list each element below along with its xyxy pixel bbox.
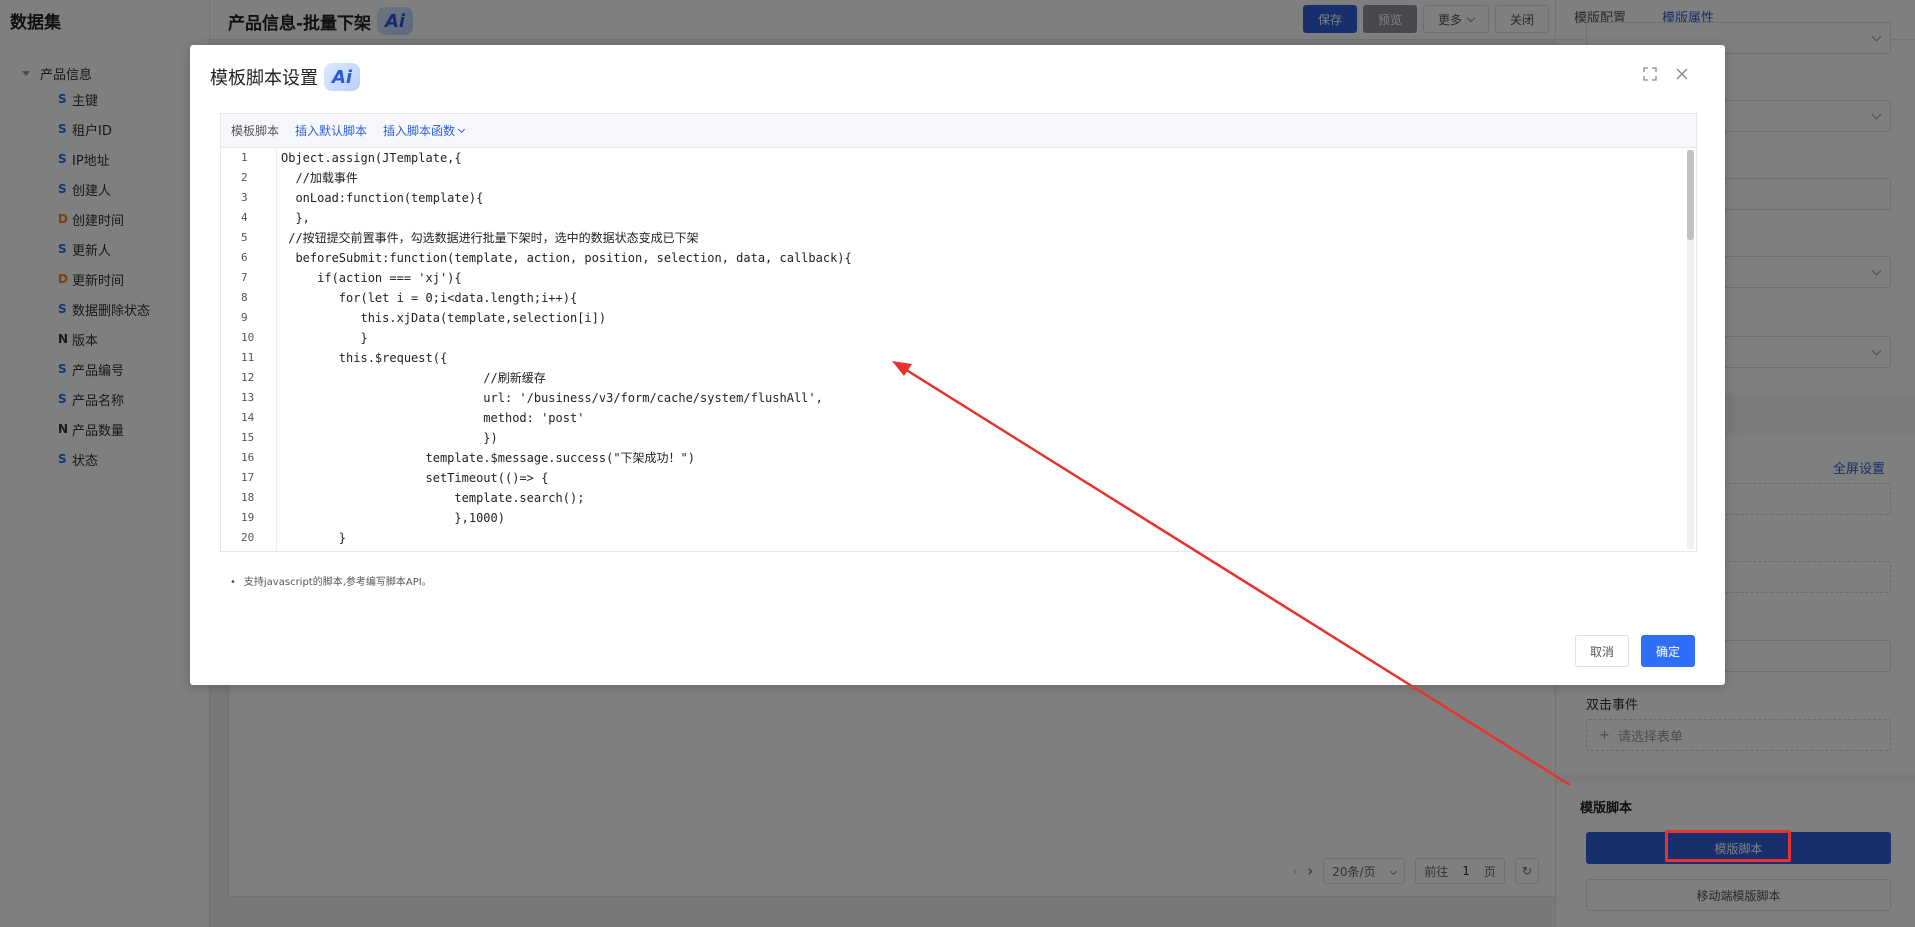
code-line[interactable]: method: 'post' (281, 408, 1682, 428)
line-number: 19 (241, 511, 255, 524)
line-number: 6 (241, 251, 248, 264)
code-line[interactable]: template.search(); (281, 488, 1682, 508)
line-number: 7 (241, 271, 248, 284)
editor-toolbar: 模板脚本 插入默认脚本 插入脚本函数 (221, 114, 1696, 148)
code-line[interactable]: url: '/business/v3/form/cache/system/flu… (281, 388, 1682, 408)
dialog-title: 模板脚本设置 Ai (210, 63, 360, 91)
line-number-gutter: 1 2 3 4 5 6 7 8 9 10 11 12 13 14 15 16 17 18 19 20 (221, 148, 277, 551)
code-line[interactable]: }, (281, 208, 1682, 228)
close-icon[interactable] (1675, 67, 1689, 85)
template-script-dialog: 模板脚本设置 Ai 模板脚本 插入默认脚本 插入脚本函数 1 2 3 4 5 6 7 8 9 10… (190, 45, 1725, 685)
code-line[interactable]: } (281, 328, 1682, 348)
line-number: 10 (241, 331, 255, 344)
code-lines[interactable]: Object.assign(JTemplate,{ //加载事件 onLoad:… (281, 148, 1682, 551)
line-number: 13 (241, 391, 255, 404)
highlight-box (1665, 830, 1791, 862)
line-number: 12 (241, 371, 255, 384)
script-editor: 模板脚本 插入默认脚本 插入脚本函数 1 2 3 4 5 6 7 8 9 10 11 12 13 14 15… (220, 113, 1697, 552)
insert-script-function-dropdown[interactable]: 插入脚本函数 (383, 122, 466, 139)
line-number: 5 (241, 231, 248, 244)
line-number: 2 (241, 171, 248, 184)
chevron-down-icon (458, 125, 466, 133)
line-number: 20 (241, 531, 255, 544)
code-line[interactable]: this.xjData(template,selection[i]) (281, 308, 1682, 328)
line-number: 8 (241, 291, 248, 304)
line-number: 18 (241, 491, 255, 504)
code-line[interactable]: beforeSubmit:function(template, action, … (281, 248, 1682, 268)
code-line[interactable]: this.$request({ (281, 348, 1682, 368)
line-number: 17 (241, 471, 255, 484)
line-number: 3 (241, 191, 248, 204)
code-line[interactable]: //刷新缓存 (281, 368, 1682, 388)
vertical-scrollbar[interactable] (1687, 150, 1694, 549)
code-line[interactable]: for(let i = 0;i<data.length;i++){ (281, 288, 1682, 308)
scrollbar-thumb[interactable] (1687, 150, 1694, 240)
dialog-title-text: 模板脚本设置 (210, 68, 318, 89)
code-line[interactable]: template.$message.success("下架成功！") (281, 448, 1682, 468)
line-number: 15 (241, 431, 255, 444)
code-line[interactable]: },1000) (281, 508, 1682, 528)
code-line[interactable]: //加载事件 (281, 168, 1682, 188)
insert-default-script-link[interactable]: 插入默认脚本 (295, 122, 367, 139)
line-number: 1 (241, 151, 248, 164)
line-number: 4 (241, 211, 248, 224)
line-number: 9 (241, 311, 248, 324)
cancel-button[interactable]: 取消 (1574, 635, 1629, 667)
code-line[interactable]: } (281, 528, 1682, 548)
code-line[interactable]: }) (281, 428, 1682, 448)
code-area[interactable]: 1 2 3 4 5 6 7 8 9 10 11 12 13 14 15 16 17 18 19 20 Object.a… (221, 148, 1696, 551)
code-line[interactable]: if(action === 'xj'){ (281, 268, 1682, 288)
ai-icon[interactable]: Ai (324, 63, 360, 91)
code-line[interactable]: setTimeout(()=> { (281, 468, 1682, 488)
code-line[interactable]: //按钮提交前置事件，勾选数据进行批量下架时，选中的数据状态变成已下架 (281, 228, 1682, 248)
line-number: 11 (241, 351, 255, 364)
code-line[interactable]: onLoad:function(template){ (281, 188, 1682, 208)
fullscreen-icon[interactable] (1643, 67, 1657, 85)
line-number: 14 (241, 411, 255, 424)
line-number: 16 (241, 451, 255, 464)
editor-label: 模板脚本 (231, 124, 280, 138)
script-hint: 支持javascript的脚本,参考编写脚本API。 (230, 573, 432, 588)
code-line[interactable]: Object.assign(JTemplate,{ (281, 148, 1682, 168)
confirm-button[interactable]: 确定 (1640, 635, 1695, 667)
insert-script-function-label: 插入脚本函数 (383, 124, 456, 138)
